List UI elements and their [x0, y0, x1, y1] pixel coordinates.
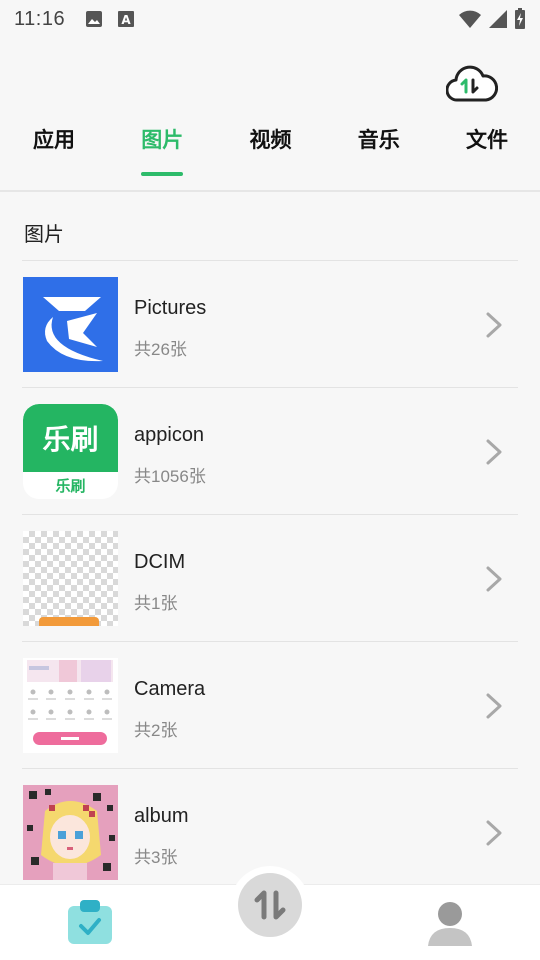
- album-thumbnail: [23, 785, 118, 880]
- svg-text:A: A: [121, 13, 131, 27]
- status-bar: 11:16 A: [0, 0, 540, 38]
- album-count: 共1056张: [134, 467, 206, 486]
- album-thumbnail: [23, 531, 118, 626]
- lehua-logo-text: 乐刷: [42, 424, 99, 455]
- album-row-camera[interactable]: Camera 共2张: [0, 642, 540, 769]
- section-title: 图片: [24, 224, 64, 246]
- tab-music[interactable]: 音乐: [358, 124, 400, 180]
- header: 应用 图片 视频 音乐 文件: [0, 38, 540, 192]
- chevron-right-icon: [486, 693, 502, 719]
- album-count: 共2张: [134, 721, 178, 740]
- album-row-dcim[interactable]: DCIM 共1张: [0, 515, 540, 642]
- album-name: Camera: [134, 678, 206, 700]
- chevron-right-icon: [486, 820, 502, 846]
- tab-files[interactable]: 文件: [466, 124, 508, 180]
- clipboard-check-icon[interactable]: [66, 898, 114, 946]
- status-time: 11:16: [14, 7, 66, 30]
- header-divider: [0, 190, 540, 192]
- album-name: album: [134, 805, 189, 827]
- album-thumbnail: [23, 658, 118, 753]
- tab-pictures[interactable]: 图片: [141, 124, 184, 180]
- lehua-caption: 乐刷: [55, 477, 86, 495]
- transfer-arrows-icon[interactable]: [238, 873, 302, 937]
- album-list: Pictures 共26张 乐刷 乐刷 appicon 共1056张 DCIM …: [0, 261, 540, 896]
- user-icon[interactable]: [426, 898, 474, 946]
- album-name: appicon: [134, 424, 205, 446]
- album-name: DCIM: [134, 551, 186, 573]
- album-row-appicon[interactable]: 乐刷 乐刷 appicon 共1056张: [0, 388, 540, 515]
- album-name: Pictures: [134, 297, 207, 319]
- album-row-pictures[interactable]: Pictures 共26张: [0, 261, 540, 388]
- wifi-icon: [459, 10, 481, 28]
- signal-icon: [489, 10, 507, 28]
- album-count: 共1张: [134, 594, 178, 613]
- tab-bar: 应用 图片 视频 音乐 文件: [0, 124, 540, 180]
- gallery-icon: [86, 11, 103, 27]
- album-thumbnail: [23, 277, 118, 372]
- album-count: 共26张: [134, 340, 187, 359]
- cloud-transfer-icon[interactable]: [445, 64, 499, 104]
- chevron-right-icon: [486, 312, 502, 338]
- tab-videos[interactable]: 视频: [250, 124, 292, 180]
- album-thumbnail: 乐刷 乐刷: [23, 404, 118, 499]
- text-a-icon: A: [118, 11, 135, 27]
- album-count: 共3张: [134, 848, 178, 867]
- battery-icon: [515, 8, 525, 29]
- chevron-right-icon: [486, 566, 502, 592]
- tab-apps[interactable]: 应用: [33, 124, 75, 180]
- chevron-right-icon: [486, 439, 502, 465]
